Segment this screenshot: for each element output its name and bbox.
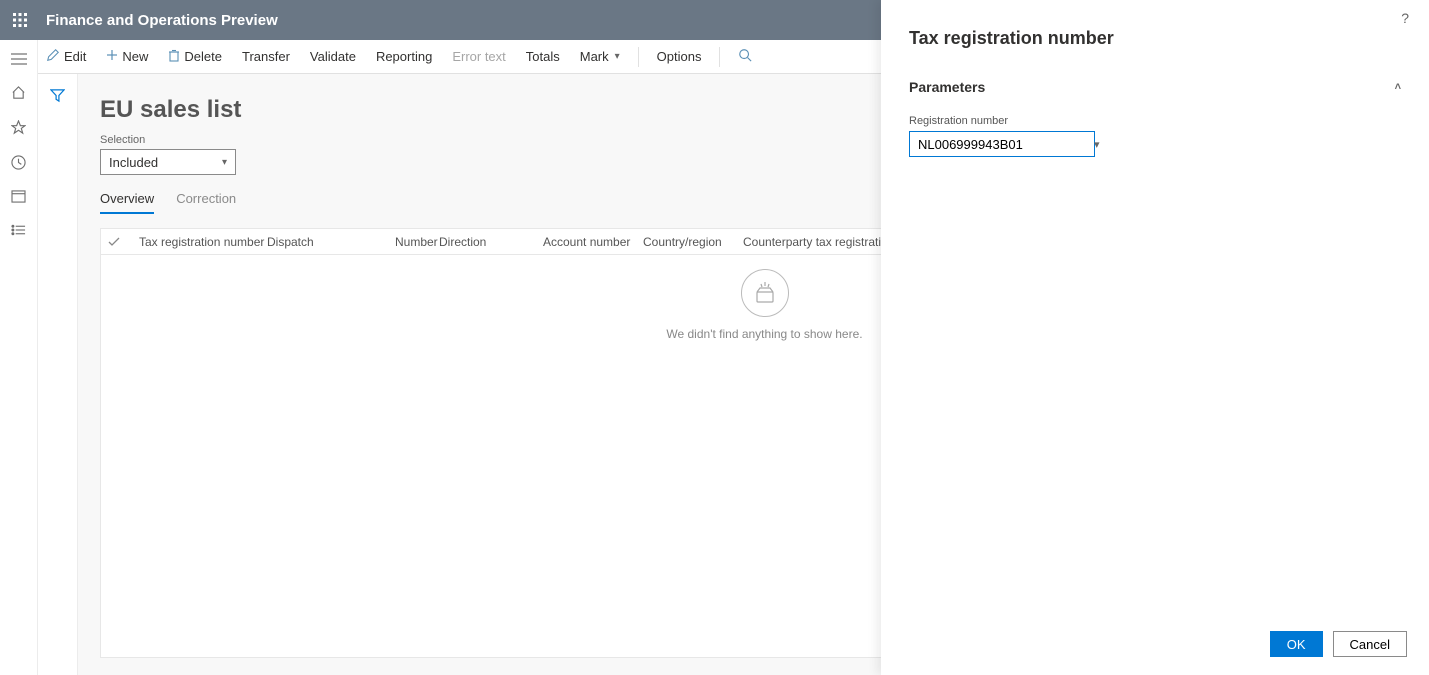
side-panel-title: Tax registration number <box>881 0 1429 65</box>
new-label: New <box>122 49 148 64</box>
chevron-down-icon: ▾ <box>222 157 227 168</box>
separator <box>719 47 720 67</box>
delete-label: Delete <box>184 49 222 64</box>
workspace-icon[interactable] <box>11 190 26 207</box>
left-rail <box>0 40 38 675</box>
side-panel: ? Tax registration number Parameters ˄ R… <box>881 0 1429 675</box>
transfer-button[interactable]: Transfer <box>234 45 298 68</box>
home-icon[interactable] <box>11 85 26 104</box>
chevron-down-icon[interactable]: ▾ <box>1094 138 1100 151</box>
parameters-section: Parameters ˄ Registration number ▾ <box>881 65 1429 157</box>
empty-state-icon <box>741 269 789 317</box>
totals-button[interactable]: Totals <box>518 45 568 68</box>
action-search-button[interactable] <box>730 44 760 69</box>
col-tax-reg[interactable]: Tax registration number <box>127 235 255 249</box>
new-button[interactable]: New <box>98 45 156 68</box>
registration-number-label: Registration number <box>909 115 1401 127</box>
chevron-down-icon: ▾ <box>615 51 620 62</box>
filter-column <box>38 74 78 675</box>
validate-button[interactable]: Validate <box>302 45 364 68</box>
app-title: Finance and Operations Preview <box>46 12 278 29</box>
star-icon[interactable] <box>11 120 26 139</box>
cancel-button[interactable]: Cancel <box>1333 631 1407 657</box>
parameters-label: Parameters <box>909 79 985 95</box>
empty-state-text: We didn't find anything to show here. <box>666 327 862 341</box>
col-country[interactable]: Country/region <box>631 235 731 249</box>
options-button[interactable]: Options <box>649 45 710 68</box>
list-icon[interactable] <box>11 223 26 240</box>
parameters-header[interactable]: Parameters ˄ <box>909 65 1401 109</box>
selection-dropdown[interactable]: Included ▾ <box>100 149 236 175</box>
tab-correction[interactable]: Correction <box>176 191 236 214</box>
delete-button[interactable]: Delete <box>160 45 230 69</box>
select-all-check[interactable] <box>101 237 127 247</box>
ok-button[interactable]: OK <box>1270 631 1323 657</box>
edit-label: Edit <box>64 49 86 64</box>
separator <box>638 47 639 67</box>
side-panel-footer: OK Cancel <box>881 613 1429 675</box>
chevron-up-icon: ˄ <box>1395 81 1401 93</box>
filter-icon[interactable] <box>50 88 65 675</box>
registration-number-field[interactable]: ▾ <box>909 131 1095 157</box>
col-account[interactable]: Account number <box>531 235 631 249</box>
search-icon <box>738 48 752 65</box>
error-text-button[interactable]: Error text <box>444 45 513 68</box>
edit-button[interactable]: Edit <box>38 44 94 69</box>
col-number[interactable]: Number <box>383 235 427 249</box>
col-direction[interactable]: Direction <box>427 235 531 249</box>
hamburger-icon[interactable] <box>11 52 27 69</box>
app-launcher-icon[interactable] <box>8 8 32 32</box>
mark-button[interactable]: Mark ▾ <box>572 45 628 68</box>
plus-icon <box>106 49 118 64</box>
tab-overview[interactable]: Overview <box>100 191 154 214</box>
trash-icon <box>168 49 180 65</box>
registration-number-input[interactable] <box>918 137 1094 152</box>
clock-icon[interactable] <box>11 155 26 174</box>
selection-value: Included <box>109 155 158 170</box>
help-icon[interactable]: ? <box>1401 10 1409 26</box>
col-dispatch[interactable]: Dispatch <box>255 235 383 249</box>
pencil-icon <box>46 48 60 65</box>
reporting-button[interactable]: Reporting <box>368 45 440 68</box>
